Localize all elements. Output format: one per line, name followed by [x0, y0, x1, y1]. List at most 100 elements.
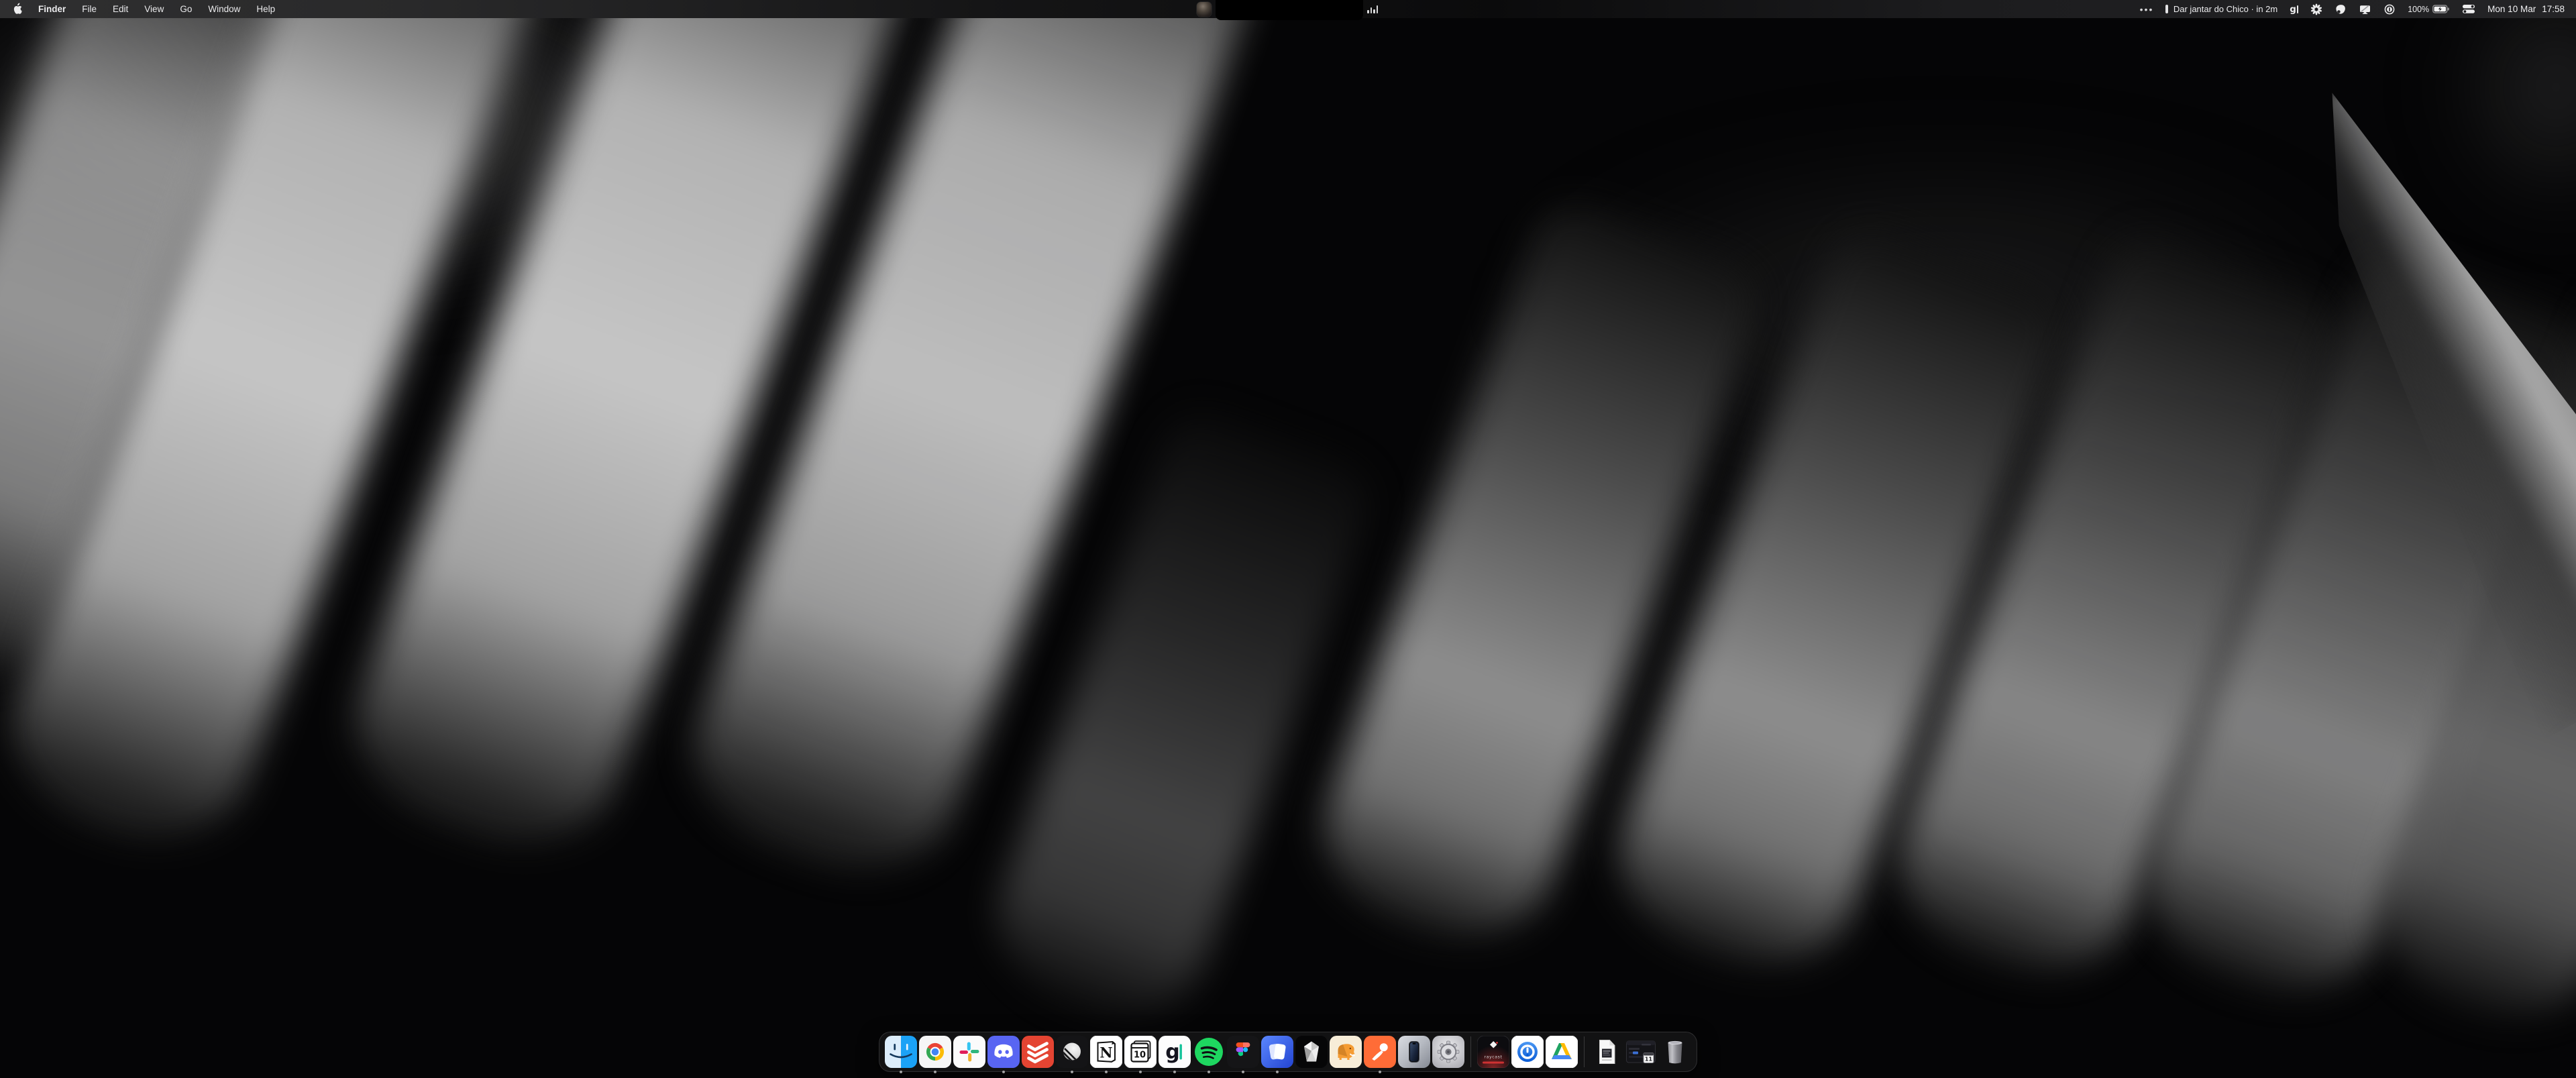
dock-item-grammarly[interactable]: g	[1159, 1036, 1191, 1068]
slack-icon	[953, 1036, 985, 1068]
dock-item-obsidian[interactable]	[1295, 1036, 1328, 1068]
running-indicator	[1242, 1071, 1244, 1073]
notion-icon: N	[1090, 1036, 1122, 1068]
calendar-badge: 11	[1644, 1053, 1654, 1063]
audio-visualizer-icon	[1367, 5, 1378, 13]
running-indicator	[1105, 1071, 1108, 1073]
chrome-icon	[919, 1036, 951, 1068]
finder-icon	[885, 1036, 917, 1068]
menu-bar-status: ••• Dar jantar do Chico · in 2m g	[2134, 3, 2576, 15]
menu-item-view[interactable]: View	[136, 0, 172, 18]
svg-text:raycast: raycast	[1484, 1055, 1502, 1060]
apple-menu[interactable]	[7, 3, 30, 15]
dock-item-figma[interactable]	[1227, 1036, 1259, 1068]
running-indicator	[1071, 1071, 1073, 1073]
linear-icon	[1056, 1036, 1088, 1068]
flower-icon	[2310, 3, 2322, 15]
1password-icon	[2383, 3, 2396, 15]
dock-item-notion[interactable]: N	[1090, 1036, 1122, 1068]
grammarly-icon: g	[2290, 4, 2296, 15]
dock-item-slack[interactable]	[953, 1036, 985, 1068]
reminder-bar-icon	[2165, 5, 2168, 13]
dock-item-notion-calendar[interactable]: 10	[1124, 1036, 1157, 1068]
running-indicator	[934, 1071, 936, 1073]
dock-item-mammoth[interactable]	[1330, 1036, 1362, 1068]
running-indicator	[1208, 1071, 1210, 1073]
dock-item-raycast[interactable]: raycast	[1477, 1036, 1509, 1068]
dock-item-linear[interactable]	[1056, 1036, 1088, 1068]
svg-text:11: 11	[1645, 1057, 1653, 1063]
dock-separator	[1584, 1036, 1585, 1067]
pick-status-item[interactable]	[2328, 3, 2353, 15]
dock-item-spotify[interactable]	[1193, 1036, 1225, 1068]
battery-icon	[2432, 5, 2450, 13]
wallpaper-haze-corner	[2449, 0, 2576, 215]
svg-text:N: N	[1099, 1044, 1112, 1061]
1password-icon	[1511, 1036, 1544, 1068]
control-center-icon	[2462, 4, 2475, 14]
grammarly-status-item[interactable]: g	[2284, 4, 2304, 15]
clock-time: 17:58	[2542, 4, 2565, 14]
dock-item-minimized-window[interactable]: 11	[1625, 1036, 1657, 1068]
menu-item-finder[interactable]: Finder	[30, 0, 74, 18]
control-center-status-item[interactable]	[2456, 4, 2481, 14]
dock-item-chrome[interactable]	[919, 1036, 951, 1068]
notion-calendar-icon: 10	[1124, 1036, 1157, 1068]
camera-notch	[1216, 0, 1363, 20]
dock-item-iphone-mirroring[interactable]	[1398, 1036, 1430, 1068]
discord-icon	[987, 1036, 1020, 1068]
dock-item-todoist[interactable]	[1022, 1036, 1054, 1068]
menu-item-go[interactable]: Go	[172, 0, 200, 18]
1password-status-item[interactable]	[2377, 3, 2402, 15]
google-drive-icon	[1546, 1036, 1578, 1068]
svg-text:g: g	[1165, 1040, 1179, 1064]
mammoth-icon	[1330, 1036, 1362, 1068]
dock-item-1password[interactable]	[1511, 1036, 1544, 1068]
running-indicator	[1379, 1071, 1381, 1073]
running-indicator	[900, 1071, 902, 1073]
flower-status-item[interactable]	[2304, 3, 2328, 15]
desktop-wallpaper	[0, 0, 2576, 1078]
reminder-status-item[interactable]: Dar jantar do Chico · in 2m	[2159, 4, 2284, 14]
todoist-icon	[1022, 1036, 1054, 1068]
running-indicator	[1002, 1071, 1005, 1073]
running-indicator	[1276, 1071, 1279, 1073]
display-status-item[interactable]	[2353, 3, 2377, 15]
menu-item-window[interactable]: Window	[200, 0, 248, 18]
pick-icon	[2334, 3, 2347, 15]
dock-item-craft[interactable]	[1261, 1036, 1293, 1068]
running-indicator	[1173, 1071, 1176, 1073]
text-caret-icon	[2297, 5, 2298, 13]
obsidian-icon	[1295, 1036, 1328, 1068]
menu-item-edit[interactable]: Edit	[105, 0, 136, 18]
dock-item-finder[interactable]	[885, 1036, 917, 1068]
menu-item-file[interactable]: File	[74, 0, 105, 18]
menu-item-help[interactable]: Help	[248, 0, 283, 18]
menu-bar-clock[interactable]: Mon 10 Mar 17:58	[2481, 4, 2571, 14]
document-icon	[1591, 1036, 1623, 1068]
dock-item-discord[interactable]	[987, 1036, 1020, 1068]
dock-item-system-settings[interactable]	[1432, 1036, 1464, 1068]
trash-icon	[1659, 1036, 1691, 1068]
iphone-mirroring-icon	[1398, 1036, 1430, 1068]
grammarly-icon: g	[1159, 1036, 1191, 1068]
dock-item-trash[interactable]	[1659, 1036, 1691, 1068]
dock: N 10 g	[879, 1032, 1697, 1072]
battery-status-item[interactable]: 100%	[2402, 5, 2456, 14]
craft-icon	[1261, 1036, 1293, 1068]
battery-percent: 100%	[2408, 5, 2429, 14]
system-settings-icon	[1432, 1036, 1464, 1068]
clock-date: Mon 10 Mar	[2487, 4, 2536, 14]
dock-separator	[1470, 1036, 1471, 1067]
svg-text:10: 10	[1134, 1050, 1146, 1061]
dock-item-google-drive[interactable]	[1546, 1036, 1578, 1068]
display-icon	[2359, 3, 2371, 15]
raycast-icon: raycast	[1477, 1036, 1509, 1068]
apple-icon	[13, 3, 24, 15]
figma-icon	[1227, 1036, 1259, 1068]
now-playing-album-art[interactable]	[1197, 2, 1212, 17]
menu-bar-left: Finder File Edit View Go Window Help	[0, 0, 283, 18]
dock-item-postman[interactable]	[1364, 1036, 1396, 1068]
hidden-items-overflow[interactable]: •••	[2134, 4, 2160, 15]
dock-item-document[interactable]	[1591, 1036, 1623, 1068]
